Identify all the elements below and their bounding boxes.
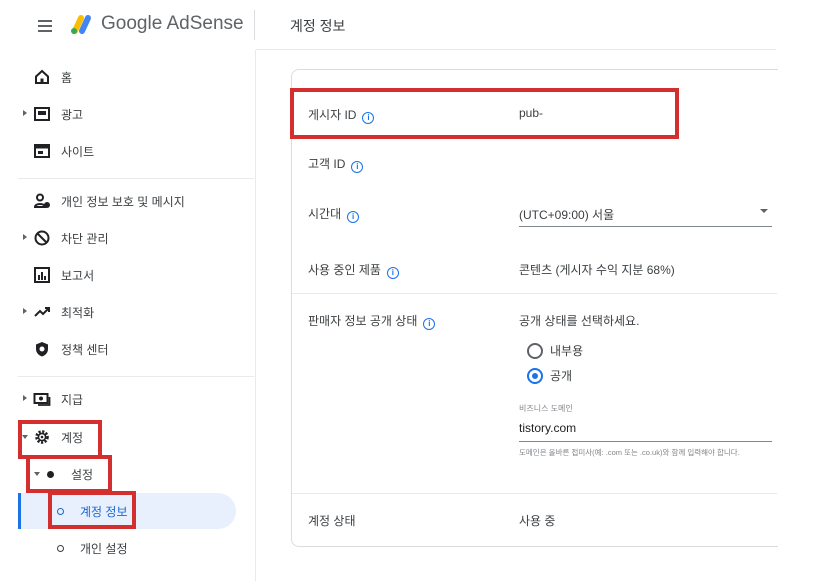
- sidebar-item-label: 사이트: [61, 145, 95, 159]
- sidebar-item-optimization[interactable]: 최적화: [0, 295, 255, 329]
- highlight-box-publisher-id: [290, 88, 679, 139]
- account-info-card: [291, 69, 778, 547]
- products-label: 사용 중인 제품 i: [308, 261, 399, 279]
- info-icon[interactable]: i: [347, 211, 360, 223]
- highlight-box-account: [18, 420, 102, 459]
- business-domain-help-text: 도메인은 올바른 접미사(예: .com 또는 .co.uk)와 함께 입력해야…: [519, 448, 740, 457]
- sidebar-item-ads[interactable]: 광고: [0, 97, 255, 131]
- highlight-box-account-info: [48, 491, 136, 529]
- sidebar-divider: [18, 376, 254, 377]
- info-icon[interactable]: i: [423, 318, 436, 330]
- expand-arrow-icon[interactable]: [23, 308, 27, 314]
- sidebar-item-reports[interactable]: 보고서: [0, 258, 255, 292]
- info-icon[interactable]: i: [386, 267, 399, 279]
- timezone-select-underline: [519, 226, 772, 227]
- sidebar-item-label: 최적화: [61, 306, 95, 320]
- main-menu-button[interactable]: [38, 17, 52, 33]
- optimization-icon: [33, 303, 51, 321]
- circle-bullet-icon: [57, 545, 64, 552]
- expand-arrow-icon[interactable]: [23, 110, 27, 116]
- sidebar-item-privacy-messaging[interactable]: 개인 정보 보호 및 메시지: [0, 184, 255, 218]
- card-divider: [292, 493, 777, 494]
- page-title: 계정 정보: [290, 18, 346, 34]
- block-icon: [33, 229, 51, 247]
- sidebar-item-blocking[interactable]: 차단 관리: [0, 221, 255, 255]
- sidebar-item-label: 개인 설정: [80, 542, 128, 556]
- sites-icon: [33, 142, 51, 160]
- payments-icon: [33, 390, 51, 408]
- expand-arrow-icon[interactable]: [23, 395, 27, 401]
- business-domain-label: 비즈니스 도메인: [519, 404, 573, 413]
- radio-internal-label: 내부용: [550, 344, 584, 358]
- account-status-value: 사용 중: [519, 514, 556, 528]
- sidebar-item-home[interactable]: 홈: [0, 60, 255, 94]
- sidebar-item-personal-settings[interactable]: 개인 설정: [0, 531, 255, 565]
- dropdown-arrow-icon[interactable]: [760, 209, 768, 213]
- sidebar-divider: [18, 178, 254, 179]
- privacy-icon: [33, 192, 51, 210]
- sidebar-item-label: 개인 정보 보호 및 메시지: [61, 195, 185, 209]
- customer-id-label: 고객 ID i: [308, 155, 364, 173]
- sidebar-item-label: 차단 관리: [61, 232, 109, 246]
- info-icon[interactable]: i: [351, 161, 364, 173]
- home-icon: [33, 68, 51, 86]
- header-divider: [254, 10, 255, 40]
- products-value: 콘텐츠 (게시자 수익 지분 68%): [519, 263, 675, 277]
- policy-icon: [33, 340, 51, 358]
- sidebar-item-label: 보고서: [61, 269, 95, 283]
- sidebar-item-sites[interactable]: 사이트: [0, 134, 255, 168]
- reports-icon: [33, 266, 51, 284]
- ads-icon: [33, 105, 51, 123]
- seller-visibility-label: 판매자 정보 공개 상태 i: [308, 312, 436, 330]
- radio-internal[interactable]: [527, 343, 543, 359]
- business-domain-underline: [519, 441, 772, 442]
- business-domain-input[interactable]: tistory.com: [519, 421, 576, 435]
- sidebar-item-label: 지급: [61, 393, 84, 407]
- timezone-select[interactable]: (UTC+09:00) 서울: [519, 206, 614, 223]
- account-status-label: 계정 상태: [308, 514, 356, 528]
- seller-visibility-prompt: 공개 상태를 선택하세요.: [519, 314, 640, 328]
- sidebar-item-label: 홈: [61, 71, 73, 85]
- highlight-box-settings: [26, 455, 112, 493]
- timezone-label: 시간대 i: [308, 205, 360, 223]
- sidebar-border: [255, 50, 256, 581]
- brand-name: Google AdSense: [101, 13, 244, 34]
- adsense-logo-icon: [68, 13, 94, 35]
- radio-public[interactable]: [527, 368, 543, 384]
- sidebar-item-label: 광고: [61, 108, 84, 122]
- header-border: [256, 49, 776, 50]
- card-divider: [292, 293, 777, 294]
- radio-public-label: 공개: [550, 369, 573, 383]
- sidebar-item-policy-center[interactable]: 정책 센터: [0, 332, 255, 366]
- sidebar-item-label: 정책 센터: [61, 343, 109, 357]
- expand-arrow-icon[interactable]: [23, 234, 27, 240]
- sidebar-item-payments[interactable]: 지급: [0, 382, 255, 416]
